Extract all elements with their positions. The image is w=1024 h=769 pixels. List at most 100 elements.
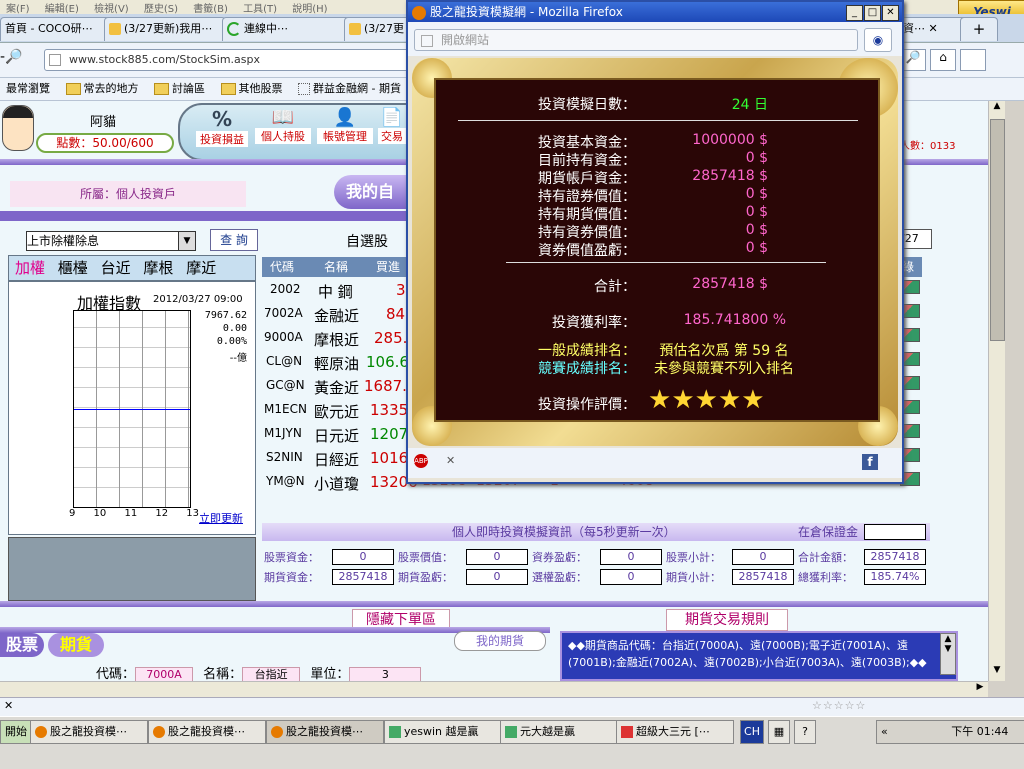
menu-file[interactable]: 案(F) — [6, 4, 30, 14]
user-name: 阿貓 — [90, 115, 117, 130]
menu-view[interactable]: 檢視(V) — [94, 4, 129, 14]
bookmark-most-visited[interactable]: 最常瀏覽 — [6, 78, 50, 100]
tab-otc[interactable]: 櫃檯 — [58, 259, 88, 277]
cash-value: 0 $ — [745, 150, 768, 166]
close-icon[interactable]: ✕ — [4, 699, 13, 712]
menu-edit[interactable]: 編輯(E) — [45, 4, 79, 14]
keyboard-icon[interactable]: ▦ — [768, 720, 790, 744]
close-tab-icon[interactable]: ✕ — [929, 22, 938, 35]
my-futures-button[interactable]: 我的期貨 — [454, 631, 546, 651]
taskbar-item[interactable]: 股之龍投資模⋯ — [148, 720, 266, 744]
futures-pnl-field: 0 — [466, 569, 528, 585]
chevron-down-icon[interactable]: ▼ — [178, 232, 195, 250]
rating-label: 投資操作評價： — [538, 397, 636, 413]
tab-update[interactable]: (3/27更新)我用⋯ — [104, 17, 226, 41]
date-field[interactable]: /27 — [900, 229, 932, 249]
vertical-scrollbar[interactable]: ▲ ▼ — [988, 101, 1005, 681]
toolbar-button[interactable] — [960, 49, 986, 71]
popup-titlebar[interactable]: 股之龍投資模擬網 - Mozilla Firefox _ □ ✕ — [408, 2, 902, 22]
holdings-button[interactable]: 📖 個人持股 — [255, 107, 311, 153]
taskbar-item[interactable]: 股之龍投資模⋯ — [30, 720, 148, 744]
realtime-header: 個人即時投資模擬資訊（每5秒更新一次） 在倉保證金 — [262, 523, 930, 541]
minimize-button[interactable]: _ — [846, 5, 863, 21]
rank-general-label: 一般成績排名： — [538, 343, 636, 359]
firefox-icon — [35, 726, 47, 738]
new-tab-button[interactable]: + — [960, 17, 998, 41]
order-name-field[interactable]: 台指近 — [242, 666, 301, 681]
tab-loading[interactable]: 連線中⋯ — [222, 17, 350, 41]
folder-icon — [220, 83, 236, 95]
order-code-field[interactable]: 7000A — [135, 666, 194, 681]
decorative-frame: 投資模擬日數： 24 日 投資基本資金： 1000000 $ 目前持有資金： 0… — [412, 58, 898, 446]
taskbar-item[interactable]: 超級大三元 [⋯ — [616, 720, 734, 744]
ime-indicator[interactable]: CH — [740, 720, 764, 744]
tab-msci[interactable]: 摩根 — [143, 259, 173, 277]
query-button[interactable]: 查 詢 — [210, 229, 258, 251]
divider — [0, 601, 988, 607]
taskbar-item[interactable]: 元大越是贏 — [500, 720, 618, 744]
col-name: 名稱 — [324, 260, 349, 274]
menu-help[interactable]: 說明(H) — [292, 4, 327, 14]
bookmark-other-stocks[interactable]: 其他股票 — [220, 78, 283, 100]
close-button[interactable]: ✕ — [882, 5, 899, 21]
scroll-right-icon[interactable]: ▶ — [972, 682, 988, 698]
order-form: 代碼： 7000A 名稱： 台指近 單位： 3 — [96, 663, 422, 681]
stock-value-field: 0 — [466, 549, 528, 565]
maximize-button[interactable]: □ — [864, 5, 881, 21]
account-button[interactable]: 👤 帳號管理 — [317, 107, 373, 153]
refresh-link[interactable]: 立即更新 — [199, 510, 243, 526]
futures-rules-button[interactable]: 期貨交易規則 — [666, 609, 788, 631]
profit-loss-button[interactable]: % 投資損益 — [196, 107, 248, 153]
start-button[interactable]: 開始 — [0, 720, 32, 744]
site-icon — [421, 34, 433, 47]
help-icon[interactable]: ? — [794, 720, 816, 744]
scrollbar-thumb[interactable] — [990, 119, 1005, 341]
tab-futures[interactable]: 期貨 — [48, 633, 104, 657]
menu-history[interactable]: 歷史(S) — [144, 4, 178, 14]
futures-fund-field: 2857418 — [332, 569, 394, 585]
home-icon[interactable]: ⌂ — [930, 49, 956, 71]
rating-stars: ★★★★★ — [648, 386, 765, 414]
tab-weighted[interactable]: 加權 — [15, 259, 45, 277]
addon-icon[interactable]: ◉ — [864, 28, 892, 52]
star-icon: ★ — [741, 385, 765, 415]
scroll-down-icon[interactable]: ▼ — [989, 665, 1005, 681]
order-unit-field[interactable]: 3 — [349, 666, 422, 681]
tab-coco[interactable]: 首頁 - COCO研⋯ — [0, 17, 110, 41]
chart-x-axis: 9 10 11 12 13 — [69, 508, 199, 519]
popup-title: 股之龍投資模擬網 - Mozilla Firefox — [430, 5, 623, 19]
horizontal-scrollbar[interactable]: ▶ — [0, 681, 988, 698]
scroll-up-icon[interactable]: ▲ — [989, 101, 1005, 117]
rank-contest-label: 競賽成績排名： — [538, 361, 636, 377]
tab-stocks[interactable]: 股票 — [0, 633, 44, 657]
trade-button[interactable]: 📄 交易 — [378, 107, 406, 153]
bookmark-frequent[interactable]: 常去的地方 — [65, 78, 139, 100]
market-select[interactable]: 上市除權除息 ▼ — [26, 231, 196, 251]
tray-expand-icon[interactable]: « — [881, 725, 888, 738]
adblock-icon[interactable]: ABP — [414, 454, 428, 468]
menu-bookmarks[interactable]: 書籤(B) — [193, 4, 228, 14]
menu-tools[interactable]: 工具(T) — [243, 4, 277, 14]
realtime-title: 個人即時投資模擬資訊（每5秒更新一次） — [452, 525, 676, 539]
close-icon[interactable]: ✕ — [446, 454, 455, 467]
rules-scrollbar[interactable]: ▲ ▼ — [940, 633, 956, 675]
system-tray: « 下午 01:44 — [876, 720, 1024, 744]
baseline-line — [74, 409, 190, 410]
back-icon[interactable]: -🔎 — [0, 49, 30, 69]
futures-rules-text: ◆◆期貨商品代碼：台指近(7000A)、遠(7000B);電子近(7001A)、… — [560, 631, 958, 681]
tab-update-2[interactable]: (3/27更 — [344, 17, 414, 41]
taskbar-item-active[interactable]: 股之龍投資模⋯ — [266, 720, 384, 744]
tab-right[interactable]: 資⋯ ✕ — [898, 17, 968, 41]
tab-taiwan-near[interactable]: 台近 — [101, 259, 131, 277]
stock-subtotal-field: 0 — [732, 549, 794, 565]
star-icon: ★ — [648, 385, 672, 415]
rating-widget[interactable]: ☆☆☆☆☆ — [812, 699, 866, 712]
margin-value-label: 持有資券價值： — [538, 225, 636, 241]
tab-msci-near[interactable]: 摩近 — [186, 259, 216, 277]
popup-address-bar[interactable]: 開啟網站 — [414, 29, 858, 51]
taskbar-item[interactable]: yeswin 越是贏 — [384, 720, 502, 744]
bookmark-capital[interactable]: 群益金融網 - 期貨 — [298, 78, 401, 100]
bookmark-forum[interactable]: 討論區 — [154, 78, 205, 100]
facebook-icon[interactable]: f — [862, 454, 878, 470]
margin-field[interactable] — [864, 524, 926, 540]
